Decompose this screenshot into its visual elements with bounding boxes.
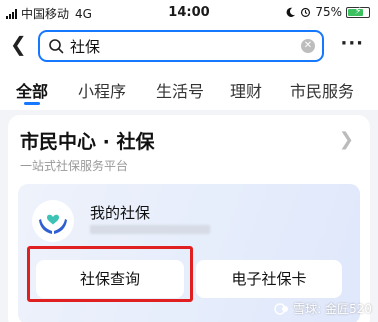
back-icon[interactable]: ❮ (10, 33, 27, 55)
search-input[interactable] (70, 36, 300, 56)
battery-icon: ⚡ (346, 5, 370, 18)
electronic-social-security-card-button[interactable]: 电子社保卡 (196, 260, 342, 298)
heart-hands-icon (39, 214, 67, 234)
watermark-text: 雪球: 金匠520 (293, 302, 372, 316)
masked-info (90, 225, 210, 234)
card-subtitle: 一站式社保服务平台 (20, 159, 129, 173)
highlight-box (27, 246, 193, 302)
more-options-icon[interactable]: ··· (340, 33, 364, 54)
tab-life-accounts[interactable]: 生活号 (156, 78, 204, 102)
status-right: 75% ⚡ (285, 5, 370, 19)
tab-citizen-services[interactable]: 市民服务 (290, 78, 354, 102)
moon-icon (286, 7, 296, 17)
tab-mini-programs[interactable]: 小程序 (78, 78, 126, 102)
service-title: 我的社保 (90, 204, 151, 222)
charging-icon: ⚡ (354, 5, 362, 17)
card-title: 市民中心 · 社保 (20, 131, 155, 153)
search-header: ❮ ✕ ··· (0, 24, 378, 68)
active-tab-indicator (24, 102, 40, 105)
clear-icon[interactable]: ✕ (301, 39, 315, 53)
battery-percent: 75% (315, 5, 342, 19)
tab-finance[interactable]: 理财 (230, 78, 262, 102)
status-bar: 中国移动 4G 14:00 75% ⚡ (0, 0, 378, 24)
tab-all[interactable]: 全部 (16, 78, 48, 102)
watermark: 雪球: 金匠520 (274, 300, 372, 317)
search-icon (49, 39, 64, 54)
result-card[interactable]: 市民中心 · 社保 一站式社保服务平台 ❯ 我的社保 社保查询 电子社保卡 (8, 115, 370, 322)
search-box[interactable]: ✕ (38, 30, 324, 62)
search-tabs: 全部 小程序 生活号 理财 市民服务 (0, 68, 378, 110)
snowball-logo-icon (274, 302, 289, 315)
chevron-right-icon[interactable]: ❯ (339, 129, 354, 150)
social-security-logo-icon (32, 200, 74, 242)
alarm-icon (301, 7, 311, 17)
